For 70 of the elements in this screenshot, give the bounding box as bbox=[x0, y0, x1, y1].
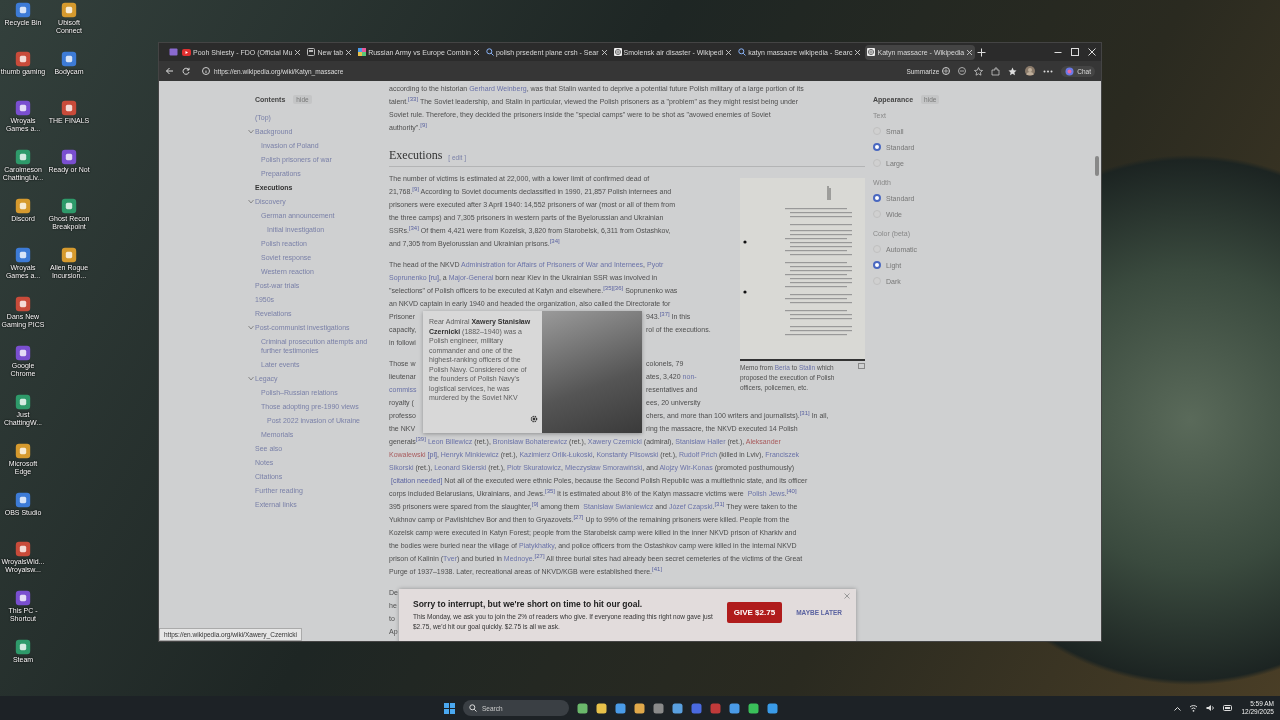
app-icon[interactable] bbox=[767, 702, 778, 714]
radio-button[interactable] bbox=[873, 143, 881, 151]
settings-icon[interactable] bbox=[530, 415, 538, 423]
chevron-icon bbox=[248, 375, 254, 381]
app-icon bbox=[358, 48, 367, 56]
close-icon[interactable] bbox=[345, 48, 353, 56]
radio-button[interactable] bbox=[873, 261, 881, 269]
app-icon[interactable] bbox=[748, 702, 759, 714]
section-heading: Executions bbox=[389, 148, 443, 163]
app-icon[interactable] bbox=[61, 247, 77, 263]
app-icon[interactable] bbox=[729, 702, 740, 714]
app-icon[interactable] bbox=[15, 247, 31, 263]
app-icon[interactable] bbox=[15, 2, 31, 18]
refresh-icon[interactable] bbox=[182, 67, 190, 75]
chevron-icon bbox=[248, 198, 254, 204]
app-icon[interactable] bbox=[15, 443, 31, 459]
app-icon[interactable] bbox=[15, 541, 31, 557]
app-icon[interactable] bbox=[15, 345, 31, 361]
app-icon[interactable] bbox=[596, 702, 607, 714]
app-icon[interactable] bbox=[672, 702, 683, 714]
chevron-icon bbox=[248, 324, 254, 330]
app-icon[interactable] bbox=[61, 2, 77, 18]
close-icon[interactable] bbox=[725, 48, 733, 56]
play-icon bbox=[182, 48, 191, 56]
search-icon bbox=[485, 48, 494, 56]
back-icon[interactable] bbox=[165, 67, 174, 75]
app-icon[interactable] bbox=[61, 149, 77, 165]
globe-icon bbox=[613, 48, 622, 56]
chevron-icon[interactable] bbox=[1174, 705, 1182, 711]
app-icon[interactable] bbox=[15, 296, 31, 312]
app-icon[interactable] bbox=[61, 51, 77, 67]
close-icon[interactable] bbox=[966, 48, 974, 56]
close-icon[interactable] bbox=[294, 48, 302, 56]
volume-icon[interactable] bbox=[1206, 704, 1216, 712]
star-icon[interactable] bbox=[974, 66, 984, 76]
close-icon[interactable] bbox=[854, 48, 862, 56]
close-icon[interactable] bbox=[600, 48, 608, 56]
scrollbar[interactable] bbox=[1095, 156, 1099, 176]
search-icon bbox=[738, 48, 747, 56]
page-icon bbox=[307, 48, 316, 56]
search-icon bbox=[469, 704, 477, 712]
donate-button[interactable]: GIVE $2.75 bbox=[726, 602, 783, 623]
wifi-icon[interactable] bbox=[1189, 704, 1199, 712]
close-icon[interactable] bbox=[472, 48, 480, 56]
app-icon[interactable] bbox=[15, 51, 31, 67]
battery-icon[interactable] bbox=[1223, 705, 1234, 711]
app-icon[interactable] bbox=[61, 198, 77, 214]
app-icon[interactable] bbox=[15, 639, 31, 655]
app-icon[interactable] bbox=[634, 702, 645, 714]
more-icon[interactable] bbox=[1043, 69, 1054, 73]
app-icon[interactable] bbox=[15, 198, 31, 214]
app-icon[interactable] bbox=[15, 149, 31, 165]
site-info-icon bbox=[202, 67, 210, 75]
app-icon[interactable] bbox=[15, 100, 31, 116]
favorites-icon[interactable] bbox=[1008, 66, 1018, 76]
app-icon[interactable] bbox=[61, 100, 77, 116]
app-icon[interactable] bbox=[15, 492, 31, 508]
chevron-icon bbox=[248, 128, 254, 134]
avatar-icon[interactable] bbox=[1025, 66, 1036, 76]
app-icon[interactable] bbox=[15, 394, 31, 410]
app-icon[interactable] bbox=[653, 702, 664, 714]
app-icon[interactable] bbox=[615, 702, 626, 714]
radio-button[interactable] bbox=[873, 194, 881, 202]
windows-icon[interactable] bbox=[444, 702, 455, 714]
new-tab-icon[interactable] bbox=[977, 47, 987, 57]
banner-title: Sorry to interrupt, but we're short on time to hit our goal. bbox=[413, 599, 644, 609]
globe-icon bbox=[867, 48, 876, 56]
app-icon[interactable] bbox=[577, 702, 588, 714]
maximize-icon[interactable] bbox=[1071, 48, 1079, 56]
app-icon[interactable] bbox=[15, 590, 31, 606]
